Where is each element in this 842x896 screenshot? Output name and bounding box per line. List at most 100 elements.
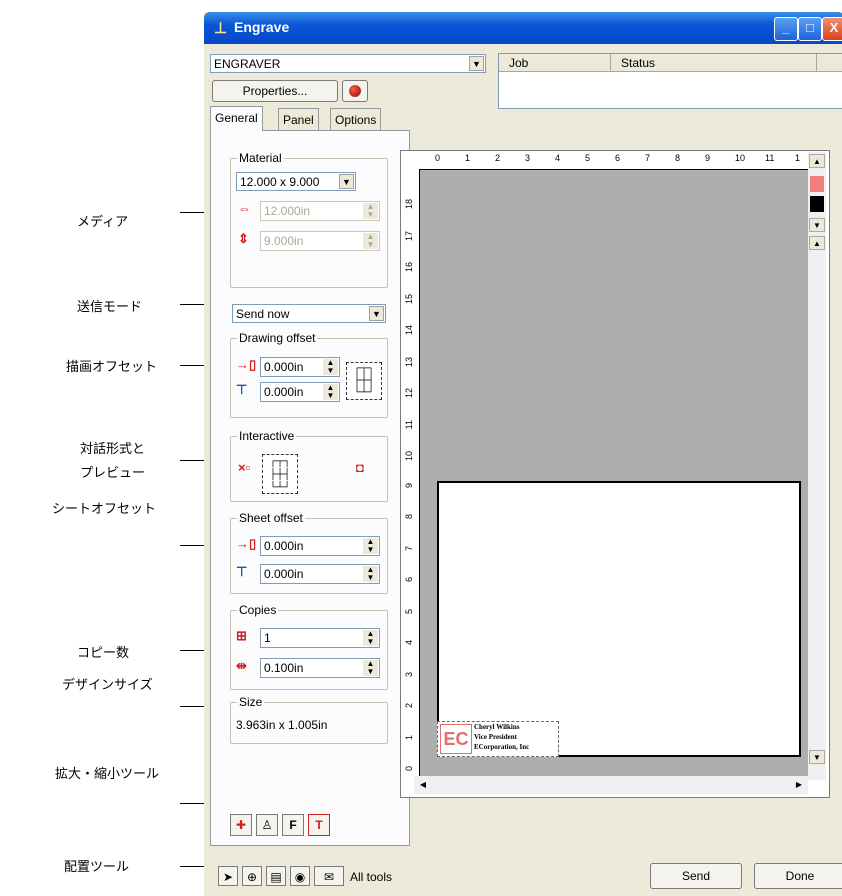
color-settings-icon xyxy=(349,85,361,97)
left-ruler: 18 17 16 15 14 13 12 11 10 9 8 7 6 5 4 3 2 1 0 xyxy=(401,169,420,779)
interactive-label: Interactive xyxy=(237,429,297,443)
color-swatch-red[interactable] xyxy=(810,176,824,192)
spinner-icon: ▲ ▼ xyxy=(363,233,378,249)
ruler-y-tick-label: 4 xyxy=(404,640,414,646)
tab-general[interactable]: General xyxy=(210,106,263,131)
properties-button[interactable]: Properties... xyxy=(212,80,338,102)
maximize-button[interactable]: □ xyxy=(798,17,822,41)
sheet-offset-label: Sheet offset xyxy=(237,511,305,525)
spinner-icon: ▲ ▼ xyxy=(363,660,378,676)
send-mode-select[interactable]: Send now ▼ xyxy=(232,304,386,323)
size-value: 3.963in x 1.005in xyxy=(236,718,328,732)
status-column-header[interactable]: Status xyxy=(611,54,817,72)
annotation-zoom-tools: 拡大・縮小ツール xyxy=(55,767,160,782)
close-button[interactable]: X xyxy=(822,17,842,41)
design-canvas-area[interactable]: 0 1 2 3 4 5 6 7 8 9 10 11 1 18 17 16 15 14 13 12 11 10 9 8 7 6 5 4… xyxy=(400,150,830,798)
ruler-x-tick-label: 0 xyxy=(435,153,441,163)
width-arrows-icon: ⇔ xyxy=(238,201,251,216)
minimize-button[interactable]: _ xyxy=(774,17,798,41)
y-offset-icon: ⊤ xyxy=(236,382,248,397)
ruler-y-tick-label: 16 xyxy=(404,262,414,273)
spinner-icon: ▲ ▼ xyxy=(363,538,378,554)
job-column-header[interactable]: Job xyxy=(499,54,611,72)
device-select[interactable]: ENGRAVER ▼ xyxy=(210,54,486,73)
size-label: Size xyxy=(237,695,265,709)
swatch-scroll-down-icon[interactable]: ▼ xyxy=(809,218,825,232)
spinner-icon: ▲ ▼ xyxy=(363,566,378,582)
send-button[interactable]: Send xyxy=(650,863,742,889)
ruler-y-tick-label: 18 xyxy=(404,199,414,210)
top-ruler: 0 1 2 3 4 5 6 7 8 9 10 11 1 xyxy=(401,151,809,170)
device-settings-button[interactable] xyxy=(342,80,368,102)
properties-label: Properties... xyxy=(242,84,308,98)
text-frame-icon[interactable]: T xyxy=(308,814,330,836)
annotation-line xyxy=(180,650,204,651)
annotation-send-mode: 送信モード xyxy=(77,300,143,315)
ruler-y-tick-label: 2 xyxy=(404,703,414,709)
ruler-x-tick-label: 9 xyxy=(705,153,711,163)
copies-spacing-field[interactable]: 0.100in ▲ ▼ xyxy=(260,658,380,678)
tab-panel[interactable]: Panel xyxy=(278,108,319,130)
x-offset-icon: →▯ xyxy=(236,357,257,372)
zoom-icon[interactable]: ⊕ xyxy=(242,866,262,886)
scroll-left-icon[interactable]: ◀ xyxy=(416,778,430,792)
material-height-value: 9.000in xyxy=(264,234,304,248)
all-tools-label[interactable]: All tools xyxy=(350,870,392,884)
done-button[interactable]: Done xyxy=(754,863,842,889)
tab-options[interactable]: Options xyxy=(330,108,382,130)
material-sheet xyxy=(437,481,801,757)
scroll-up-arrow-icon[interactable]: ▲ xyxy=(809,236,825,250)
envelope-icon[interactable]: ✉ xyxy=(314,866,344,886)
ruler-x-tick-label: 4 xyxy=(555,153,561,163)
extra-column-header xyxy=(817,54,842,72)
copies-grid-icon: ⊞ xyxy=(236,628,247,643)
vertical-scrollbar[interactable]: ▲ ▼ ▲ ▼ xyxy=(808,152,826,780)
material-size-select[interactable]: 12.000 x 9.000 ▼ xyxy=(236,172,356,191)
material-label: Material xyxy=(237,151,284,165)
annotation-line xyxy=(180,365,204,366)
engrave-window: ⊥ Engrave _ □ X ENGRAVER ▼ Properties...… xyxy=(204,12,842,896)
done-label: Done xyxy=(785,869,815,883)
scroll-right-icon[interactable]: ▶ xyxy=(792,778,806,792)
font-icon[interactable]: F xyxy=(282,814,304,836)
align-icon[interactable]: ✚ xyxy=(230,814,252,836)
zoom-page-icon[interactable]: ▤ xyxy=(266,866,286,886)
interactive-anchor-grid-icon[interactable]: ┌┬┐ ├┼┤ └┴┘ xyxy=(262,454,298,494)
spinner-icon: ▲ ▼ xyxy=(323,359,338,375)
ruler-x-tick-label: 7 xyxy=(645,153,651,163)
ruler-y-tick-label: 14 xyxy=(404,325,414,336)
preview-icon[interactable]: ◘ xyxy=(356,460,364,475)
window-title: Engrave xyxy=(234,19,290,35)
title-bar: ⊥ Engrave _ □ X xyxy=(204,12,842,44)
person-icon[interactable]: ♙ xyxy=(256,814,278,836)
horizontal-scrollbar[interactable]: ◀ ▶ xyxy=(414,776,808,794)
ruler-x-tick-label: 6 xyxy=(615,153,621,163)
ruler-y-tick-label: 13 xyxy=(404,356,414,367)
select-arrow-icon[interactable]: ➤ xyxy=(218,866,238,886)
scroll-up-icon[interactable]: ▲ xyxy=(809,154,825,168)
copies-count-field[interactable]: 1 ▲ ▼ xyxy=(260,628,380,648)
sheet-x-offset-icon: →▯ xyxy=(236,536,257,551)
ruler-x-tick-label: 5 xyxy=(585,153,591,163)
drawing-offset-x-field[interactable]: 0.000in ▲ ▼ xyxy=(260,357,340,377)
scroll-down-icon[interactable]: ▼ xyxy=(809,750,825,764)
job-list[interactable]: Job Status xyxy=(498,53,842,109)
interactive-cancel-icon[interactable]: ×▫ xyxy=(238,460,250,475)
annotation-sheet-offset: シートオフセット xyxy=(52,502,157,517)
material-size-value: 12.000 x 9.000 xyxy=(240,175,320,189)
color-swatch-black[interactable] xyxy=(810,196,824,212)
ruler-y-tick-label: 5 xyxy=(404,608,414,614)
interactive-group: Interactive xyxy=(230,429,388,502)
anchor-grid-icon[interactable]: ┌┬┐ ├┼┤ └┴┘ xyxy=(346,362,382,400)
copies-spacing-value: 0.100in xyxy=(264,661,304,675)
ruler-x-tick-label: 3 xyxy=(525,153,531,163)
sheet-offset-x-field[interactable]: 0.000in ▲ ▼ xyxy=(260,536,380,556)
design-preview[interactable]: EC Cheryl Wilkins Vice President ECorpor… xyxy=(437,721,559,757)
sheet-offset-y-field[interactable]: 0.000in ▲ ▼ xyxy=(260,564,380,584)
ruler-y-tick-label: 12 xyxy=(404,388,414,399)
annotation-drawing-offset: 描画オフセット xyxy=(66,360,158,375)
ruler-y-tick-label: 3 xyxy=(404,671,414,677)
annotation-line xyxy=(180,460,204,461)
drawing-offset-y-field[interactable]: 0.000in ▲ ▼ xyxy=(260,382,340,402)
zoom-fit-icon[interactable]: ◉ xyxy=(290,866,310,886)
